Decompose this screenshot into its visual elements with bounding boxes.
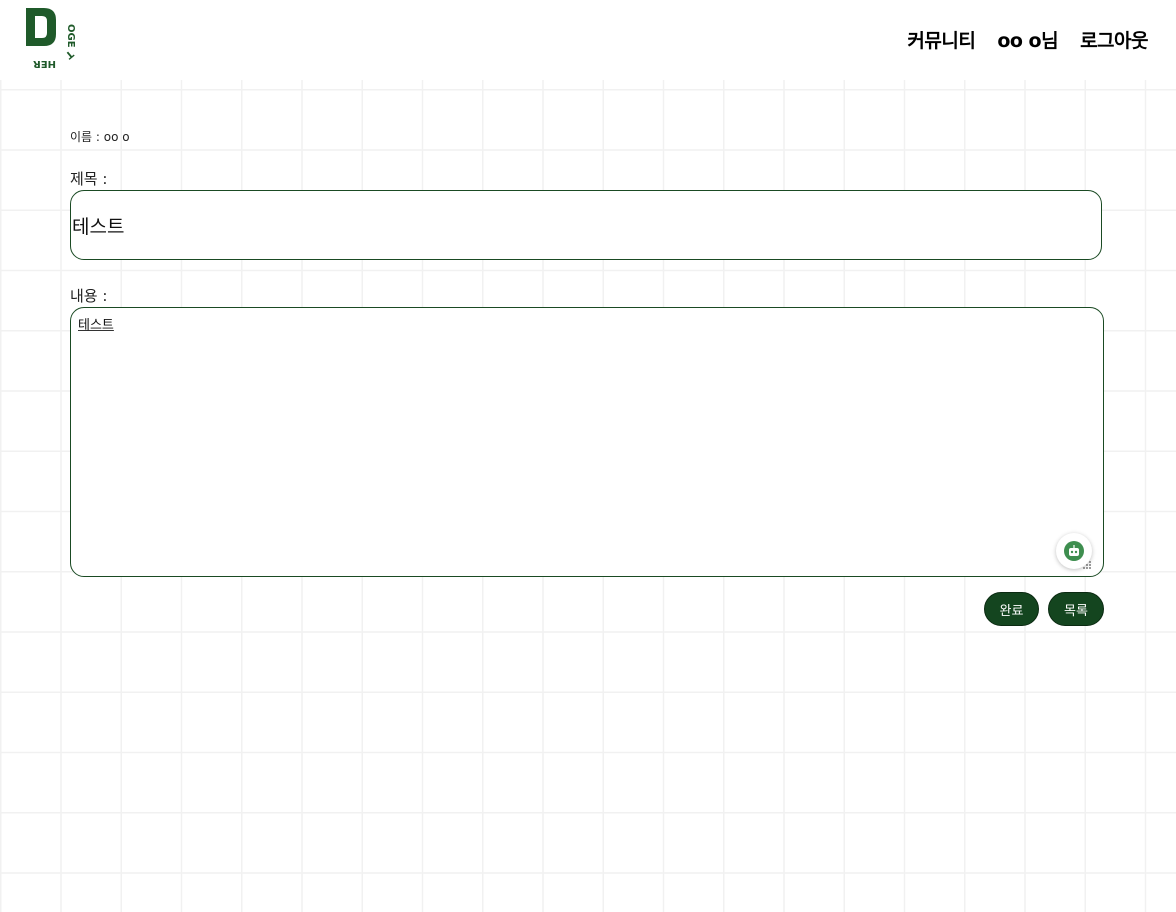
author-name: 이름 : oo o bbox=[70, 130, 130, 144]
submit-button[interactable]: 완료 bbox=[984, 592, 1039, 626]
nav-logout[interactable]: 로그아웃 bbox=[1080, 26, 1148, 53]
svg-text:HER: HER bbox=[33, 58, 56, 69]
top-nav: 커뮤니티 oo o님 로그아웃 bbox=[907, 26, 1148, 53]
content-textarea[interactable]: 테스트 bbox=[70, 307, 1104, 577]
nav-community[interactable]: 커뮤니티 bbox=[907, 26, 975, 53]
svg-text:OGE: OGE bbox=[65, 24, 76, 48]
content-textarea-value: 테스트 bbox=[78, 318, 114, 333]
dogether-logo[interactable]: OGE T HER bbox=[22, 4, 84, 70]
title-label: 제목 : bbox=[70, 170, 108, 188]
nav-user-name[interactable]: oo o님 bbox=[997, 26, 1058, 53]
list-button[interactable]: 목록 bbox=[1048, 592, 1104, 626]
title-input[interactable]: 테스트 bbox=[70, 190, 1102, 260]
svg-text:T: T bbox=[63, 48, 75, 61]
site-header: OGE T HER 커뮤니티 oo o님 로그아웃 bbox=[0, 0, 1176, 80]
content-label: 내용 : bbox=[70, 287, 108, 305]
robot-icon bbox=[1064, 541, 1084, 561]
title-input-value: 테스트 bbox=[72, 215, 125, 238]
resize-grip-icon[interactable] bbox=[1082, 560, 1092, 570]
